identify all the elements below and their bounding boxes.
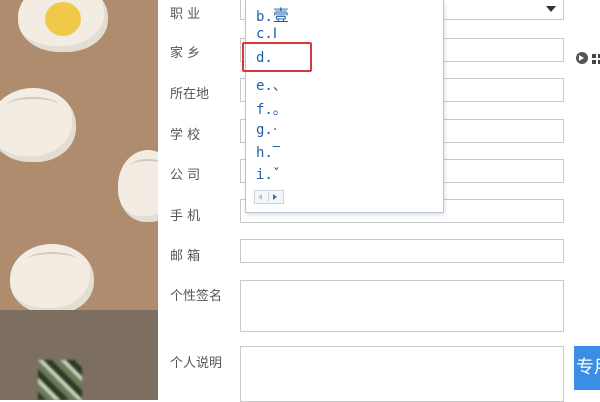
candidate-item[interactable]: h.‾ [256,145,280,161]
location-label: 所在地 [170,87,210,102]
candidate-key: c. [256,26,273,42]
candidate-item[interactable]: b.壹 [256,2,289,26]
page-prev-icon[interactable] [258,194,262,200]
bio-label: 个人说明 [170,356,223,371]
candidate-pager [254,190,284,204]
dumpling-decoration-icon [118,150,158,222]
hometown-label: 家 乡 [170,46,201,61]
candidate-symbol: ˇ [272,167,280,183]
phone-label: 手 机 [170,209,201,224]
candidate-item[interactable]: g.· [256,122,277,138]
company-label: 公 司 [170,168,201,183]
candidate-key: b. [256,9,273,25]
school-label: 学 校 [170,128,201,143]
chevron-down-icon[interactable] [546,6,556,12]
pager-divider [268,192,269,202]
occupation-label: 职 业 [170,7,201,22]
candidate-item[interactable]: e.、 [256,75,287,95]
candidate-key: g. [256,122,273,138]
candidate-key: h. [256,145,273,161]
yolk-decoration-icon [45,2,81,36]
bio-textarea[interactable] [240,346,564,402]
candidate-symbol: 壹 [272,6,289,25]
candidate-symbol: 。 [272,102,287,118]
candidate-item[interactable]: i.ˇ [256,167,280,183]
highlight-box [242,42,312,72]
grid-icon[interactable] [592,54,600,64]
page-next-icon[interactable] [273,194,277,200]
candidate-symbol: I [272,26,277,42]
candidate-symbol: ‾ [272,145,280,161]
dumpling-decoration-icon [10,244,94,314]
dumpling-decoration-icon [0,88,76,162]
candidate-item[interactable]: f.。 [256,99,287,119]
candidate-item[interactable]: c.I [256,26,277,42]
candidate-key: f. [256,102,273,118]
email-label: 邮 箱 [170,249,201,264]
signature-label: 个性签名 [170,289,223,304]
play-circle-icon[interactable] [576,52,588,64]
avatar[interactable] [38,360,82,400]
special-button[interactable]: 专用 [574,346,600,390]
candidate-key: i. [256,167,273,183]
signature-textarea[interactable] [240,280,564,332]
candidate-symbol: · [272,122,278,138]
candidate-key: e. [256,78,273,94]
candidate-symbol: 、 [272,78,287,94]
email-input[interactable] [240,239,564,263]
background-wallpaper [0,0,158,400]
